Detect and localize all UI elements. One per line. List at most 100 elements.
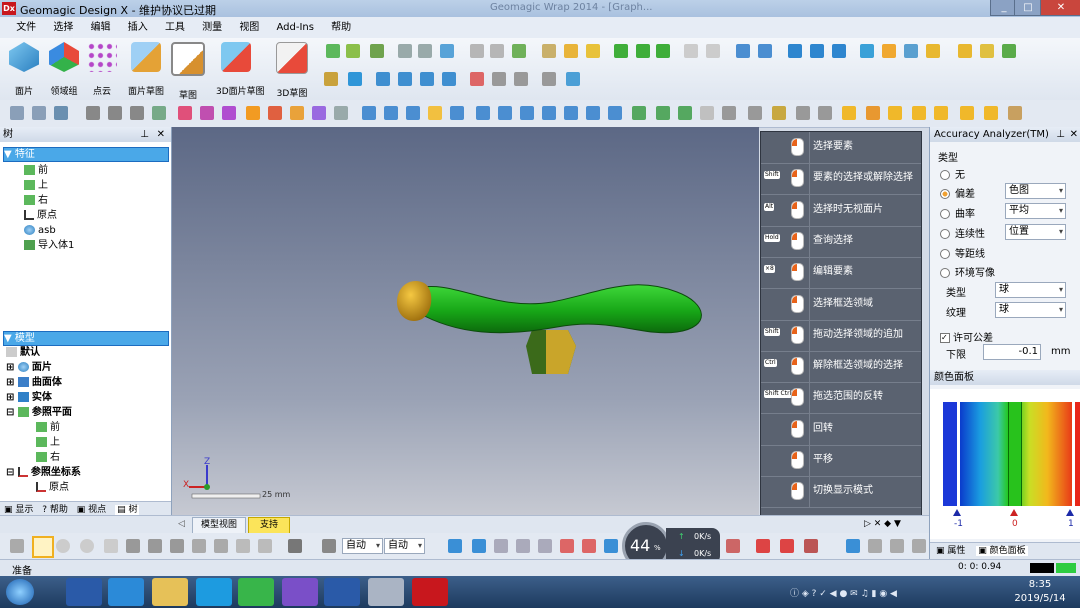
tree-item-front[interactable]: 前 [24, 164, 48, 177]
menu-edit[interactable]: 编辑 [84, 17, 118, 38]
min-marker-icon[interactable] [953, 509, 961, 516]
view-tool-24-icon[interactable] [542, 106, 556, 120]
view-tool-23-icon[interactable] [520, 106, 534, 120]
align-icon[interactable] [926, 44, 940, 58]
paint-icon[interactable] [126, 539, 140, 553]
snap7-icon[interactable] [582, 539, 596, 553]
view-tool-31-icon[interactable] [700, 106, 714, 120]
model-node[interactable]: ▼ 模型 [3, 331, 169, 346]
colormap-select[interactable]: 色图 [1005, 183, 1066, 199]
curvature-select[interactable]: 平均 [1005, 203, 1066, 219]
select-box-icon[interactable] [542, 72, 556, 86]
option-isoline[interactable]: 等距线 [940, 245, 985, 260]
snap8-icon[interactable] [604, 539, 618, 553]
tool-11-icon[interactable] [780, 539, 794, 553]
extend-icon[interactable] [656, 44, 670, 58]
snap2-icon[interactable] [472, 539, 486, 553]
tab-display[interactable]: ▣ 显示 [4, 505, 33, 515]
tab-tree[interactable]: ▤ 树 [115, 505, 140, 515]
view-tool-42-icon[interactable] [960, 106, 974, 120]
view-tool-16-icon[interactable] [362, 106, 376, 120]
node-icon[interactable] [514, 72, 528, 86]
view-tool-22-icon[interactable] [498, 106, 512, 120]
tab-color-panel[interactable]: ▣ 颜色面板 [976, 546, 1028, 556]
menu-select[interactable]: 选择 [46, 17, 80, 38]
fill-icon[interactable] [170, 539, 184, 553]
deselect-icon[interactable] [258, 539, 272, 553]
line-icon[interactable] [346, 44, 360, 58]
taskbar-word-icon[interactable] [66, 578, 102, 606]
poly-select-icon[interactable] [80, 539, 94, 553]
view-tool-38-icon[interactable] [866, 106, 880, 120]
transform-icon[interactable] [904, 44, 918, 58]
tree-item-default[interactable]: 默认 [6, 346, 40, 359]
tool-12-icon[interactable] [804, 539, 818, 553]
move-icon[interactable] [736, 44, 750, 58]
pattern-icon[interactable] [882, 44, 896, 58]
close-icon[interactable]: ✕ [157, 127, 165, 142]
snap6-icon[interactable] [560, 539, 574, 553]
view-tool-13-icon[interactable] [290, 106, 304, 120]
menu-view[interactable]: 视图 [232, 17, 266, 38]
view-tool-40-icon[interactable] [912, 106, 926, 120]
folder-icon[interactable] [980, 44, 994, 58]
shell-icon[interactable] [490, 44, 504, 58]
tool-9-icon[interactable] [726, 539, 740, 553]
tool-13-icon[interactable] [846, 539, 860, 553]
tree-item-ref-planes[interactable]: ⊟ 参照平面 [6, 406, 72, 419]
tree-item-origin[interactable]: 原点 [24, 209, 57, 222]
zero-marker-icon[interactable] [1010, 509, 1018, 516]
grid-icon[interactable] [492, 72, 506, 86]
brush-icon[interactable] [148, 539, 162, 553]
3d-mesh-sketch-button[interactable]: 3D面片草图 [216, 42, 265, 97]
point-cloud-button[interactable]: 点云 [82, 42, 122, 97]
option-curvature[interactable]: 曲率 [940, 205, 975, 220]
view-tool-14-icon[interactable] [312, 106, 326, 120]
option-deviation[interactable]: 偏差 [940, 185, 975, 200]
view-tool-3-icon[interactable] [54, 106, 68, 120]
point-icon[interactable] [370, 44, 384, 58]
view-tool-21-icon[interactable] [476, 106, 490, 120]
close-button[interactable]: ✕ [1040, 0, 1080, 16]
solid-icon[interactable] [810, 44, 824, 58]
3d-sketch-button[interactable]: 3D草图 [272, 42, 312, 99]
view-tool-11-icon[interactable] [246, 106, 260, 120]
filter-select-2[interactable]: 自动 [384, 538, 425, 554]
view-tool-43-icon[interactable] [984, 106, 998, 120]
sketch-button[interactable]: 草图 [168, 42, 208, 101]
view-tool-19-icon[interactable] [428, 106, 442, 120]
lower-limit-input[interactable]: -0.1 [983, 344, 1041, 360]
prism-icon[interactable] [832, 44, 846, 58]
taskbar-designx-icon[interactable] [412, 578, 448, 606]
view-tool-26-icon[interactable] [586, 106, 600, 120]
tab-viewpoint[interactable]: ▣ 视点 [77, 505, 106, 515]
tree-item-asb[interactable]: asb [24, 224, 56, 237]
view-tool-25-icon[interactable] [564, 106, 578, 120]
view-tool-27-icon[interactable] [608, 106, 622, 120]
boolean-icon[interactable] [542, 44, 556, 58]
taskbar-tool-icon[interactable] [368, 578, 404, 606]
extend-select-icon[interactable] [192, 539, 206, 553]
remove-icon[interactable] [442, 72, 456, 86]
tree-item-surface-body[interactable]: ⊞ 曲面体 [6, 376, 62, 389]
rect-select-icon[interactable] [32, 536, 54, 558]
view-tool-33-icon[interactable] [748, 106, 762, 120]
revolve-icon[interactable] [418, 44, 432, 58]
tab-support[interactable]: 支持 [248, 517, 290, 534]
tool-16-icon[interactable] [912, 539, 926, 553]
rotate-icon[interactable] [758, 44, 772, 58]
tree-item-right[interactable]: 右 [24, 194, 48, 207]
menu-measure[interactable]: 测量 [195, 17, 229, 38]
taskbar-ie-icon[interactable] [108, 578, 144, 606]
view-tool-44-icon[interactable] [1008, 106, 1022, 120]
view-tool-7-icon[interactable] [152, 106, 166, 120]
view-tool-39-icon[interactable] [888, 106, 902, 120]
arrow-icon[interactable] [10, 539, 24, 553]
paste-icon[interactable] [706, 44, 720, 58]
section-icon[interactable] [348, 72, 362, 86]
extrude-icon[interactable] [398, 44, 412, 58]
maximize-button[interactable]: □ [1014, 0, 1042, 16]
invert-icon[interactable] [236, 539, 250, 553]
body-icon[interactable] [788, 44, 802, 58]
snap4-icon[interactable] [516, 539, 530, 553]
